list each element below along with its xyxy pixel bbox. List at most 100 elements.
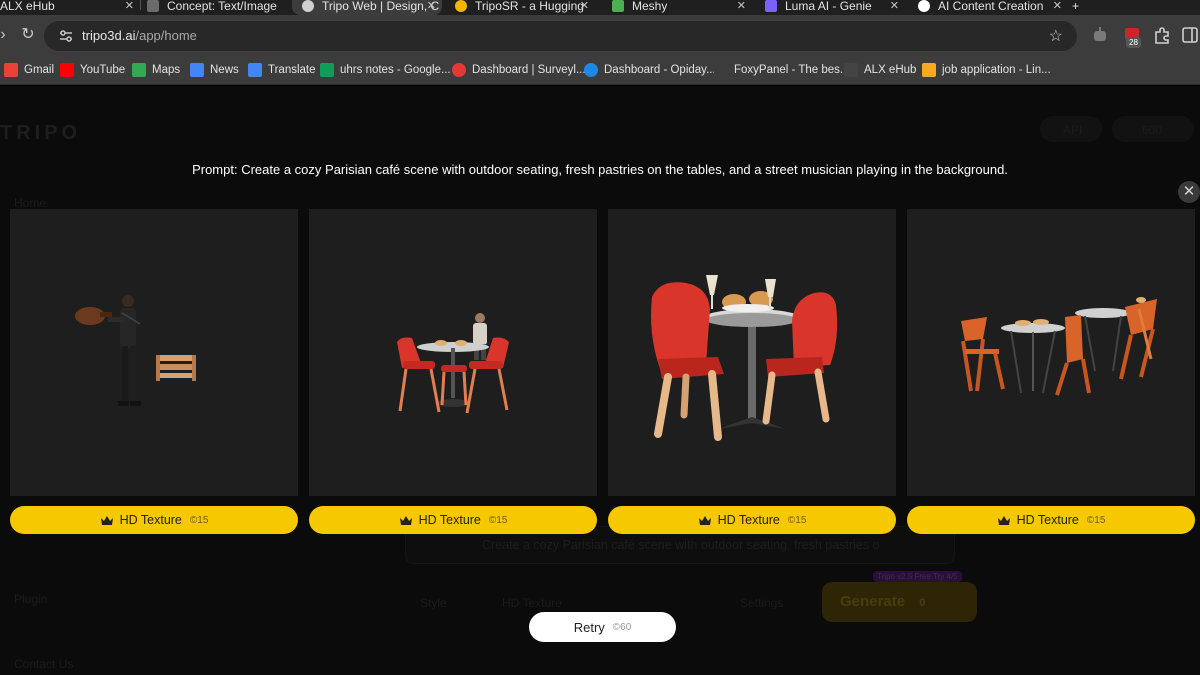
tab-title: Luma AI - Genie xyxy=(785,0,872,13)
tab-meshy[interactable]: Meshy ✕ xyxy=(612,0,752,15)
translate-icon xyxy=(248,63,262,77)
hd-texture-cost: ©15 xyxy=(189,514,209,526)
bookmark-news[interactable]: News xyxy=(190,61,239,79)
close-tab-icon[interactable]: ✕ xyxy=(890,0,899,12)
free-try-badge: Tripo v2.5 Free Try 4/5 xyxy=(873,571,962,582)
hd-texture-label: HD Texture xyxy=(717,513,780,527)
url-text: tripo3d.ai/app/home xyxy=(82,28,197,43)
tab-tripo-web[interactable]: Tripo Web | Design, C ✕ xyxy=(292,0,442,15)
retry-cost: ©60 xyxy=(612,621,632,633)
street-musician-figure xyxy=(75,295,141,406)
address-bar[interactable]: tripo3d.ai/app/home ☆ xyxy=(44,21,1077,51)
bookmark-alx-ehub[interactable]: ALX eHub xyxy=(844,61,916,79)
close-tab-icon[interactable]: ✕ xyxy=(125,0,134,12)
youtube-icon xyxy=(60,63,74,77)
tab-favicon-icon xyxy=(455,0,467,12)
tab-triposr[interactable]: TripoSR - a Hugging ✕ xyxy=(455,0,595,15)
new-tab-button[interactable]: + xyxy=(1072,0,1092,15)
bookmark-surveylama[interactable]: Dashboard | Surveyl... xyxy=(452,61,586,79)
settings-dropdown: Settings xyxy=(740,596,784,610)
crown-icon xyxy=(698,515,711,525)
hd-texture-button-4[interactable]: HD Texture ©15 xyxy=(907,506,1195,534)
bookmark-label: Gmail xyxy=(24,64,55,76)
side-panel-icon[interactable] xyxy=(1180,25,1200,45)
close-tab-icon[interactable]: ✕ xyxy=(427,0,436,12)
bookmark-label: Dashboard | Surveyl... xyxy=(472,64,586,76)
url-host: tripo3d.ai xyxy=(82,28,136,43)
hd-texture-button-3[interactable]: HD Texture ©15 xyxy=(608,506,896,534)
google-sheets-icon xyxy=(320,63,334,77)
bookmark-translate[interactable]: Translate xyxy=(248,61,316,79)
result-card-1[interactable] xyxy=(10,209,298,496)
hd-texture-cost: ©15 xyxy=(488,514,508,526)
generate-button-bg: Generate 0 xyxy=(822,582,977,622)
generate-cost: 0 xyxy=(919,597,926,609)
bookmark-label: uhrs notes - Google... xyxy=(340,64,451,76)
opiday-icon xyxy=(584,63,598,77)
bookmarks-bar: Gmail YouTube Maps News Translate uhrs n… xyxy=(0,55,1200,85)
tripo-app: TRIPO Home Plugin Contact Us API 600 Cre… xyxy=(0,86,1200,675)
orange-folding-chair-1 xyxy=(961,317,1005,392)
forward-icon[interactable]: › xyxy=(0,24,14,46)
red-chair-large-left xyxy=(651,282,724,441)
bookmark-label: News xyxy=(210,64,239,76)
bookmark-uhrs-notes[interactable]: uhrs notes - Google... xyxy=(320,61,451,79)
bookmark-star-icon[interactable]: ☆ xyxy=(1049,26,1063,46)
close-tab-icon[interactable]: ✕ xyxy=(737,0,746,12)
result-card-3[interactable] xyxy=(608,209,896,496)
result-card-2[interactable] xyxy=(309,209,597,496)
close-modal-button[interactable]: ✕ xyxy=(1178,181,1200,203)
tab-title: TripoSR - a Hugging xyxy=(475,0,584,13)
extension-robot-icon[interactable] xyxy=(1090,25,1110,45)
tab-favicon-icon xyxy=(765,0,777,12)
crown-icon xyxy=(997,515,1010,525)
browser-toolbar: › ↻ tripo3d.ai/app/home ☆ 28 xyxy=(0,15,1200,55)
tripo-logo: TRIPO xyxy=(0,122,82,144)
tab-title: ALX eHub xyxy=(0,0,55,13)
bookmark-label: job application - Lin... xyxy=(942,64,1051,76)
nav-plugin: Plugin xyxy=(14,592,48,606)
model-preview-musician-bench xyxy=(75,295,196,406)
bookmark-opiday[interactable]: Dashboard - Opiday... xyxy=(584,61,716,79)
bookmark-job-application[interactable]: job application - Lin... xyxy=(922,61,1051,79)
generate-label: Generate xyxy=(840,593,906,610)
hd-texture-button-1[interactable]: HD Texture ©15 xyxy=(10,506,298,534)
nav-home: Home xyxy=(14,196,47,210)
small-musician-figure xyxy=(473,313,487,360)
hd-texture-button-2[interactable]: HD Texture ©15 xyxy=(309,506,597,534)
bookmark-label: FoxyPanel - The bes... xyxy=(734,64,850,76)
site-settings-icon[interactable] xyxy=(58,28,74,44)
wooden-bench xyxy=(156,355,196,381)
tab-alx-ehub[interactable]: ALX eHub ✕ xyxy=(0,0,140,15)
nav-contact: Contact Us xyxy=(14,657,74,671)
bookmark-maps[interactable]: Maps xyxy=(132,61,180,79)
retry-button[interactable]: Retry ©60 xyxy=(529,612,676,642)
bistro-table xyxy=(706,275,798,429)
gmail-icon xyxy=(4,63,18,77)
close-tab-icon[interactable]: ✕ xyxy=(1053,0,1062,12)
tab-favicon-icon xyxy=(302,0,314,12)
close-tab-icon[interactable]: ✕ xyxy=(580,0,589,12)
tab-title: AI Content Creation xyxy=(938,0,1044,13)
tab-favicon-icon xyxy=(147,0,159,12)
alx-icon xyxy=(844,63,858,77)
url-path: /app/home xyxy=(135,28,197,43)
bookmark-foxypanel[interactable]: FoxyPanel - The bes... xyxy=(714,61,849,79)
reload-icon[interactable]: ↻ xyxy=(17,24,39,46)
bookmark-youtube[interactable]: YouTube xyxy=(60,61,125,79)
hd-texture-label: HD Texture xyxy=(119,513,182,527)
retry-label: Retry xyxy=(573,619,605,635)
hd-texture-label: HD Texture xyxy=(418,513,481,527)
result-card-4[interactable] xyxy=(907,209,1195,496)
tab-separator xyxy=(140,0,141,10)
tab-concept[interactable]: Concept: Text/Image xyxy=(147,0,287,15)
tab-ai-content[interactable]: AI Content Creation ✕ xyxy=(918,0,1068,15)
style-dropdown: Style xyxy=(420,596,447,610)
surveylama-icon xyxy=(452,63,466,77)
browser-tab-strip: ALX eHub ✕ Concept: Text/Image Tripo Web… xyxy=(0,0,1200,15)
bookmark-gmail[interactable]: Gmail xyxy=(4,61,54,79)
cafe-table xyxy=(417,340,489,407)
extension-badge: 28 xyxy=(1126,37,1141,48)
extensions-puzzle-icon[interactable] xyxy=(1152,25,1172,45)
tab-luma[interactable]: Luma AI - Genie ✕ xyxy=(765,0,905,15)
